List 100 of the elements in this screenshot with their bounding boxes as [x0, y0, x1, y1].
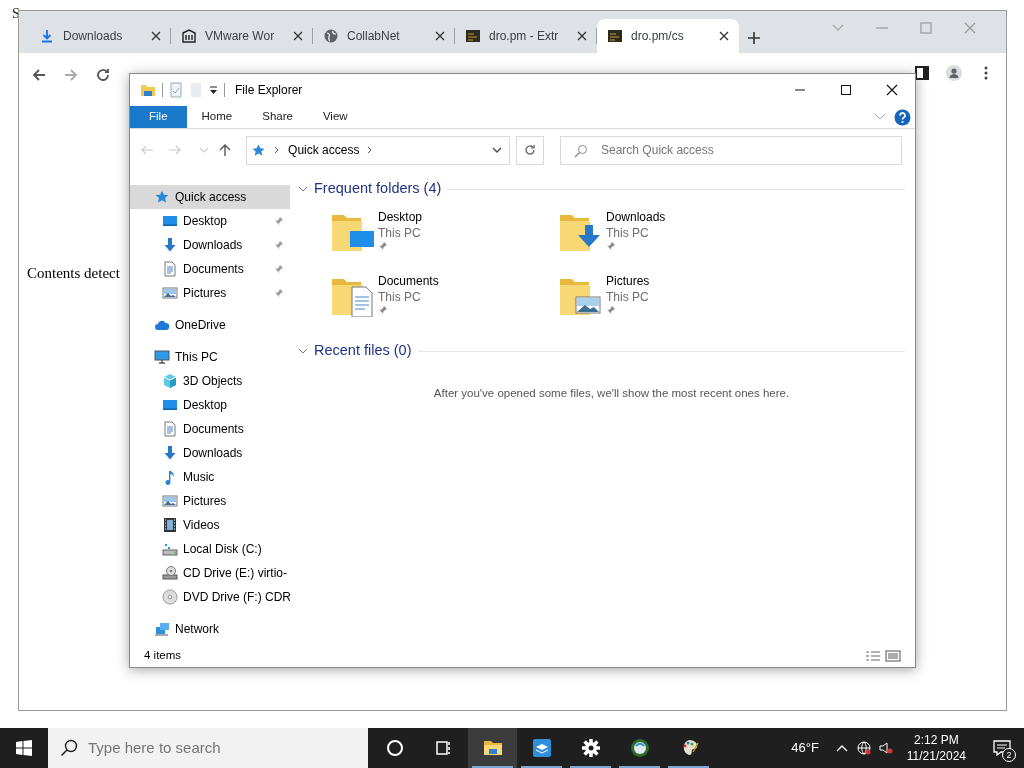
file-explorer-button[interactable]: [468, 728, 517, 768]
star-icon: [154, 189, 170, 205]
refresh-icon: [524, 144, 536, 156]
taskbar-search-field[interactable]: Type here to search: [48, 728, 368, 768]
forward-icon: [63, 67, 79, 83]
film-icon: [162, 517, 178, 533]
folder-location: This PC: [606, 289, 650, 305]
back-icon: [140, 143, 154, 157]
clock-time[interactable]: 2:12 PM: [914, 732, 959, 748]
document-icon: [162, 421, 178, 437]
item-count: 4 items: [144, 648, 182, 664]
pin-icon: [274, 264, 284, 274]
nav-item[interactable]: Documents: [130, 257, 290, 281]
globe-icon: [323, 28, 339, 44]
browser-tab[interactable]: dro.pm - Extr: [455, 19, 597, 53]
address-bar[interactable]: Quick access: [246, 135, 510, 165]
nav-item[interactable]: Local Disk (C:): [130, 537, 290, 561]
folder-tile[interactable]: Pictures This PC: [558, 273, 786, 317]
drive-icon: [162, 541, 178, 557]
folder-name: Downloads: [606, 209, 666, 225]
close-icon: [963, 21, 977, 35]
nav-item[interactable]: Network: [130, 617, 290, 641]
document-icon: [162, 261, 178, 277]
section-header[interactable]: Frequent folders (4): [314, 178, 442, 200]
gear-icon: [580, 738, 601, 758]
caret-icon: [209, 85, 218, 95]
pin-icon: [274, 288, 284, 298]
folder-tile[interactable]: Downloads This PC: [558, 209, 786, 253]
building-icon: [181, 28, 197, 44]
volume-button[interactable]: [878, 741, 893, 755]
nav-item[interactable]: 3D Objects: [130, 369, 290, 393]
download-icon: [162, 237, 178, 253]
forward-icon: [168, 143, 183, 157]
close-icon: [435, 31, 445, 41]
nav-item[interactable]: Pictures: [130, 281, 290, 305]
search-icon: [60, 739, 78, 757]
globe-icon: [856, 741, 871, 755]
notifications-button[interactable]: 2: [980, 728, 1024, 768]
browser-tab[interactable]: VMware Wor: [171, 19, 313, 53]
picture-icon: [162, 493, 178, 509]
circle-icon: [384, 738, 405, 758]
up-icon: [217, 143, 232, 157]
computer-icon: [154, 349, 170, 365]
maximize-icon: [919, 21, 933, 35]
empty-message: After you've opened some files, we'll show the most recent ones here.: [432, 386, 791, 401]
browser-tab[interactable]: CollabNet: [313, 19, 455, 53]
download-icon: [39, 28, 55, 44]
weather-text: 46°F: [791, 739, 819, 758]
download-icon: [162, 445, 178, 461]
nav-item[interactable]: This PC: [130, 345, 290, 369]
nav-item[interactable]: Videos: [130, 513, 290, 537]
nav-item[interactable]: Downloads: [130, 233, 290, 257]
ribbon-tab[interactable]: View: [307, 106, 363, 128]
nav-item[interactable]: Music: [130, 465, 290, 489]
ribbon-tab[interactable]: File: [130, 106, 187, 128]
search-field[interactable]: Search Quick access: [560, 135, 902, 165]
nav-item[interactable]: Quick access: [130, 185, 290, 209]
breadcrumb-item[interactable]: Quick access: [288, 141, 360, 159]
folder-tile[interactable]: Documents This PC: [330, 273, 558, 317]
pin-icon: [274, 216, 284, 226]
list-icon: [865, 650, 881, 662]
customize-button[interactable]: [209, 85, 218, 95]
browser-tab[interactable]: dro.pm/cs: [597, 19, 739, 53]
browser-tab[interactable]: Downloads: [29, 19, 171, 53]
chevron-icon: [874, 113, 886, 121]
close-icon: [151, 31, 161, 41]
profile-button[interactable]: [946, 65, 962, 81]
cube-icon: [162, 373, 178, 389]
speaker-icon: [878, 741, 893, 755]
nav-item[interactable]: Documents: [130, 417, 290, 441]
nav-item[interactable]: Pictures: [130, 489, 290, 513]
folder-location: This PC: [606, 225, 650, 241]
section-header[interactable]: Recent files (0): [314, 340, 412, 362]
help-button[interactable]: [894, 108, 911, 126]
site-icon: [607, 28, 623, 44]
close-icon: [577, 31, 587, 41]
new-tab-button[interactable]: [747, 31, 761, 45]
page-text: Contents detect: [27, 264, 120, 283]
desktop-icon: [162, 397, 178, 413]
nav-item[interactable]: Downloads: [130, 441, 290, 465]
side-panel-button[interactable]: [914, 65, 930, 81]
plus-icon: [747, 31, 761, 45]
pin-icon: [606, 305, 616, 315]
site-icon: [465, 28, 481, 44]
folder-tile[interactable]: Desktop This PC: [330, 209, 558, 253]
notification-badge: 2: [1002, 748, 1016, 762]
nav-item[interactable]: DVD Drive (F:) CDR: [130, 585, 290, 609]
refresh-button[interactable]: [515, 135, 544, 165]
ribbon-tab[interactable]: Share: [247, 106, 308, 128]
network-button[interactable]: [856, 741, 871, 755]
clock-date[interactable]: 11/21/2024: [906, 748, 966, 764]
tiles-icon: [885, 650, 901, 662]
nav-item[interactable]: OneDrive: [130, 313, 290, 337]
ribbon-tab[interactable]: Home: [186, 106, 248, 128]
folder-name: Pictures: [606, 273, 650, 289]
nav-item[interactable]: Desktop: [130, 209, 290, 233]
nav-item[interactable]: Desktop: [130, 393, 290, 417]
nav-item[interactable]: CD Drive (E:) virtio-: [130, 561, 290, 585]
side-panel-icon: [914, 65, 930, 81]
network-icon: [154, 621, 170, 637]
